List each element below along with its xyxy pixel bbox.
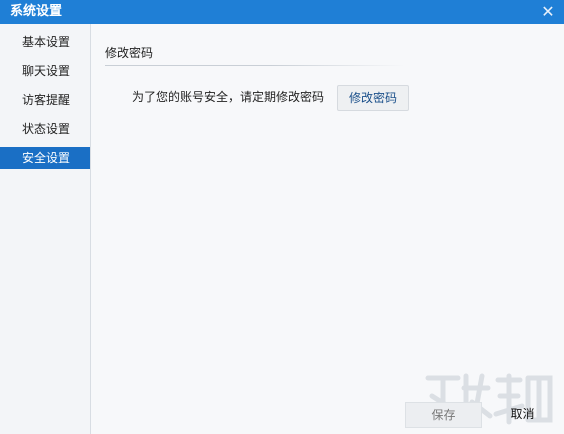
security-hint: 为了您的账号安全，请定期修改密码 [132, 90, 325, 104]
save-button[interactable]: 保存 [405, 402, 482, 428]
sidebar-item-label: 状态设置 [22, 122, 71, 136]
settings-window: 系统设置 ✕ 基本设置 聊天设置 访客提醒 状态设置 安全设置 修改密码 为了您… [0, 0, 564, 434]
sidebar-item-label: 访客提醒 [22, 93, 71, 107]
sidebar-item-label: 基本设置 [22, 35, 71, 49]
settings-sidebar: 基本设置 聊天设置 访客提醒 状态设置 安全设置 [0, 24, 91, 434]
title-bar[interactable]: 系统设置 ✕ [0, 0, 564, 24]
sidebar-item-basic[interactable]: 基本设置 [0, 31, 90, 53]
sidebar-item-chat[interactable]: 聊天设置 [0, 60, 90, 82]
change-password-button[interactable]: 修改密码 [337, 85, 409, 111]
section-title: 修改密码 [105, 46, 154, 60]
sidebar-item-label: 安全设置 [22, 151, 71, 165]
sidebar-item-visitor-alert[interactable]: 访客提醒 [0, 89, 90, 111]
settings-content: 修改密码 为了您的账号安全，请定期修改密码 修改密码 [91, 24, 564, 434]
section-divider [105, 65, 405, 66]
sidebar-item-status[interactable]: 状态设置 [0, 118, 90, 140]
cancel-button[interactable]: 取消 [490, 402, 555, 426]
window-title: 系统设置 [10, 4, 63, 19]
sidebar-item-security[interactable]: 安全设置 [0, 147, 90, 169]
close-icon[interactable]: ✕ [538, 2, 558, 22]
sidebar-item-label: 聊天设置 [22, 64, 71, 78]
